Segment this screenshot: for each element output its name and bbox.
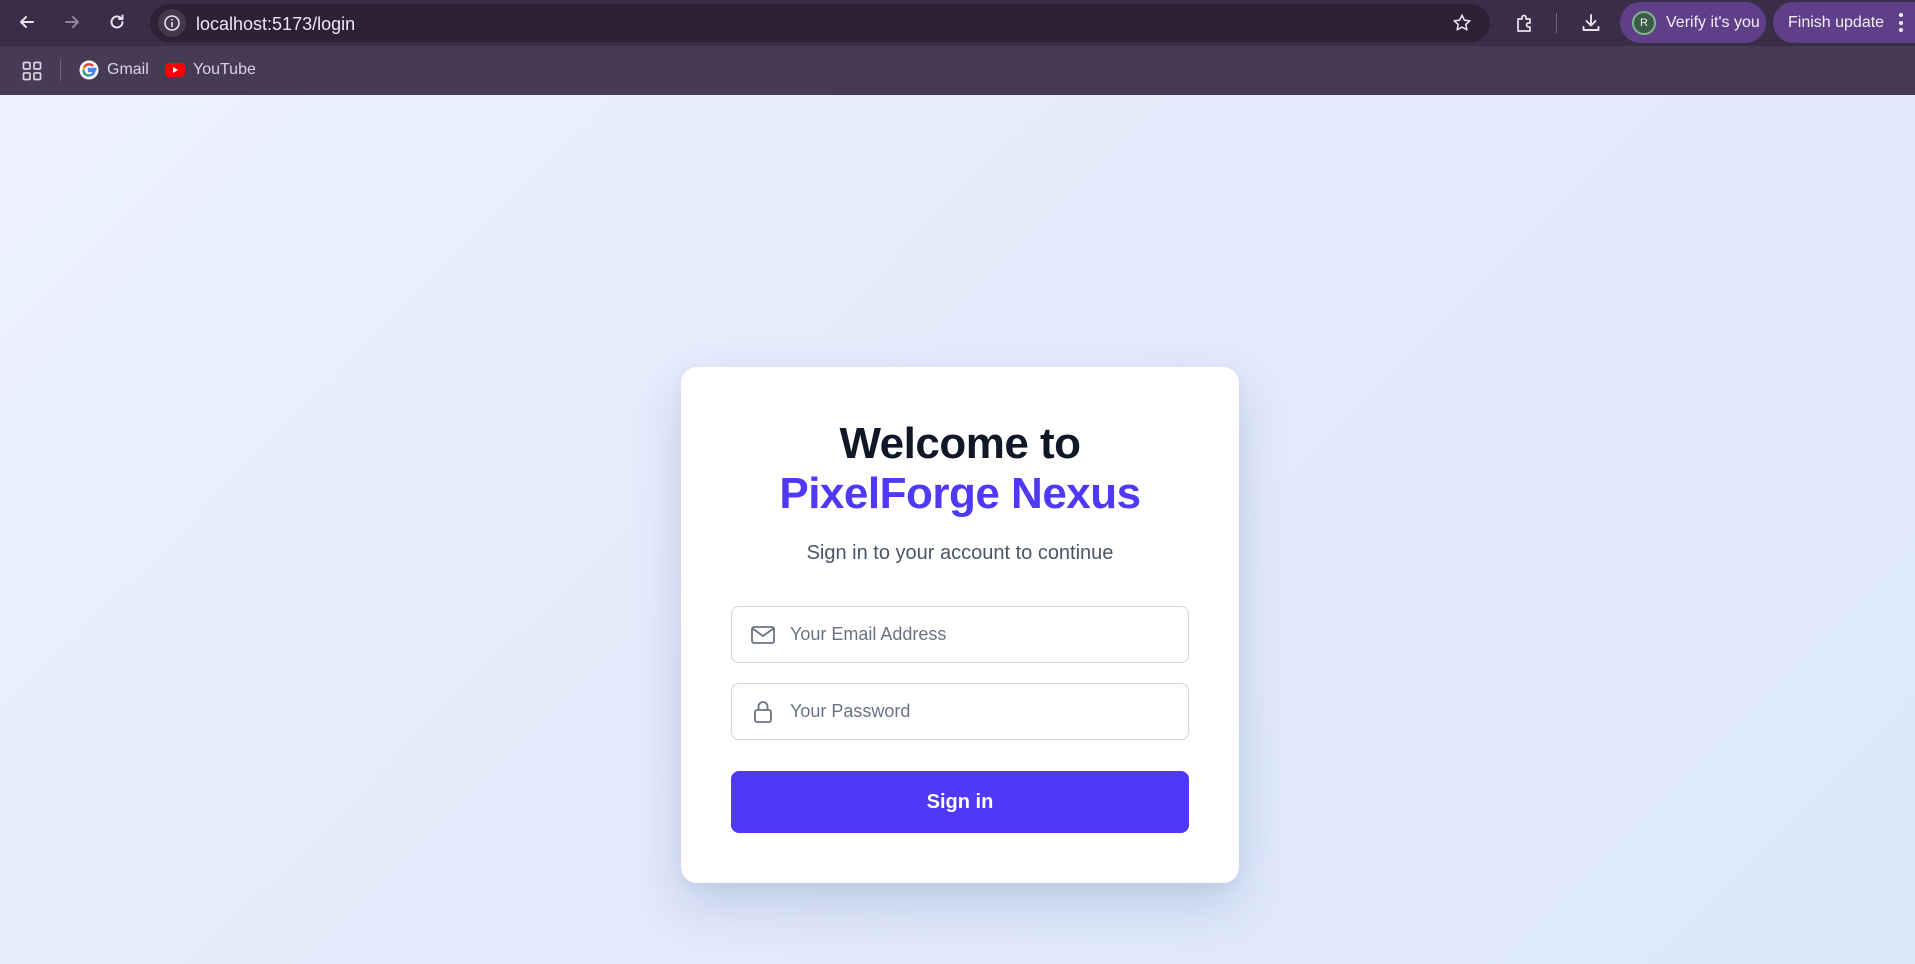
bookmark-youtube[interactable]: YouTube	[165, 58, 256, 82]
bookmarks-bar: Gmail YouTube	[0, 46, 1915, 95]
back-arrow-icon	[20, 16, 34, 28]
bookmarks-divider	[60, 59, 61, 81]
star-icon	[1453, 14, 1471, 31]
reload-button[interactable]	[102, 7, 132, 37]
verify-identity-button[interactable]: R Verify it's you	[1620, 2, 1766, 43]
bookmark-youtube-label: YouTube	[193, 61, 256, 78]
download-icon	[1582, 14, 1600, 31]
password-field[interactable]	[731, 683, 1189, 740]
bookmark-star-button[interactable]	[1452, 13, 1472, 38]
verify-label: Verify it's you	[1666, 13, 1760, 31]
bookmark-gmail-label: Gmail	[107, 61, 149, 78]
site-info-button[interactable]	[158, 9, 186, 37]
extensions-button[interactable]	[1511, 9, 1539, 37]
gmail-icon	[79, 60, 99, 80]
info-icon	[164, 15, 180, 31]
toolbar-divider	[1556, 13, 1557, 33]
finish-update-button[interactable]: Finish update	[1773, 2, 1915, 43]
forward-button[interactable]	[57, 7, 87, 37]
sign-in-button[interactable]: Sign in	[731, 771, 1189, 833]
browser-toolbar: localhost:5173/login R Verify it's you F…	[0, 0, 1915, 46]
email-input[interactable]	[790, 607, 1170, 662]
reload-icon	[110, 14, 124, 29]
back-button[interactable]	[12, 7, 42, 37]
login-card: Welcome to PixelForge Nexus Sign in to y…	[681, 367, 1239, 883]
lock-icon	[750, 700, 776, 724]
password-input[interactable]	[790, 684, 1170, 739]
url-text[interactable]: localhost:5173/login	[196, 14, 355, 35]
address-bar[interactable]: localhost:5173/login	[150, 4, 1490, 42]
youtube-icon	[165, 60, 185, 80]
apps-button[interactable]	[20, 59, 44, 83]
forward-arrow-icon	[65, 16, 79, 28]
apps-grid-icon	[22, 61, 42, 81]
email-field[interactable]	[731, 606, 1189, 663]
login-page: Welcome to PixelForge Nexus Sign in to y…	[0, 95, 1915, 964]
downloads-button[interactable]	[1577, 9, 1605, 37]
finish-update-label: Finish update	[1788, 13, 1885, 31]
more-menu-icon[interactable]	[1899, 13, 1903, 32]
puzzle-icon	[1517, 14, 1531, 32]
profile-avatar: R	[1632, 10, 1656, 35]
brand-heading: PixelForge Nexus	[779, 469, 1141, 518]
bookmark-gmail[interactable]: Gmail	[79, 58, 149, 82]
mail-icon	[750, 623, 776, 647]
login-subtitle: Sign in to your account to continue	[806, 542, 1114, 564]
welcome-heading: Welcome to	[839, 419, 1081, 468]
